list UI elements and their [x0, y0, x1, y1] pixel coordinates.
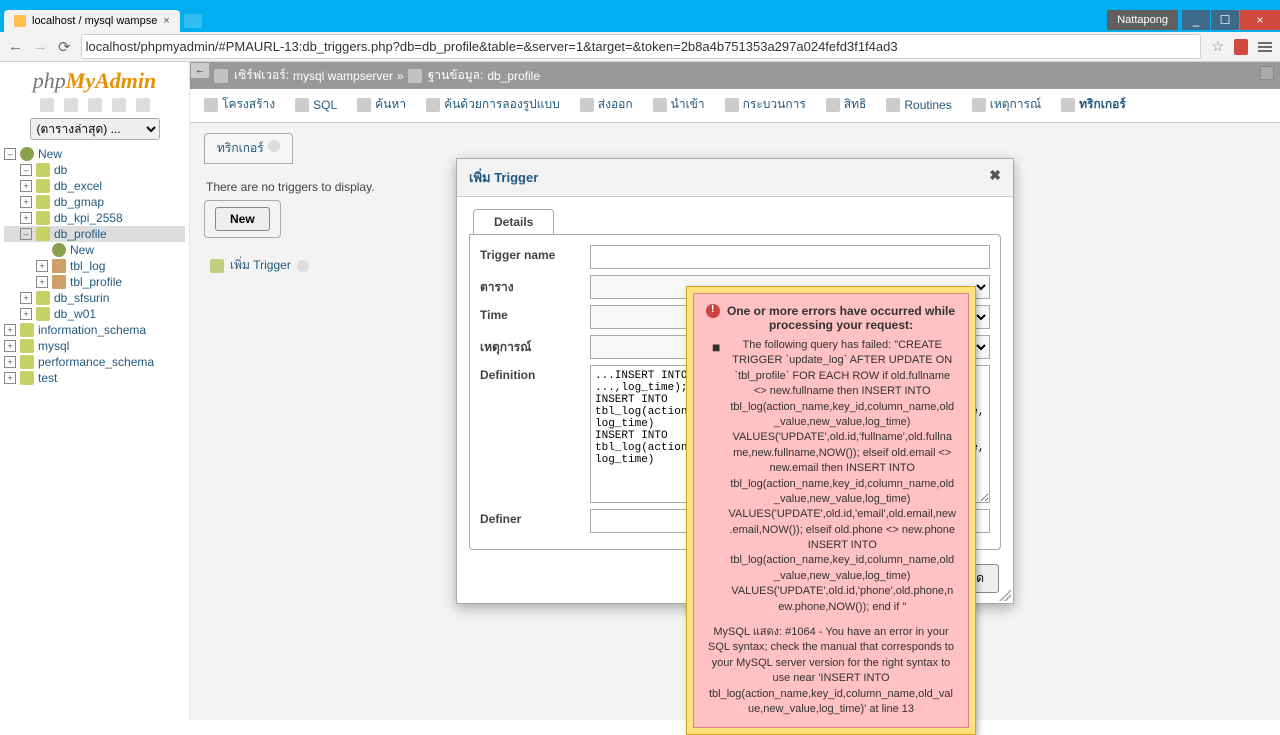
label-event: เหตุการณ์ [480, 335, 590, 357]
tree-db-item[interactable]: +performance_schema [4, 354, 185, 370]
tree-new[interactable]: –New [4, 146, 185, 162]
window-maximize-button[interactable]: ☐ [1211, 10, 1239, 30]
label-time: Time [480, 305, 590, 322]
tree-db-profile[interactable]: –db_profile [4, 226, 185, 242]
recent-tables-select[interactable]: (ตารางล่าสุด) ... [30, 118, 160, 140]
logout-icon[interactable] [64, 98, 78, 112]
tab-operations[interactable]: กระบวนการ [715, 89, 816, 122]
error-title-text: One or more errors have occurred while p… [726, 304, 956, 332]
tab-sql[interactable]: SQL [285, 89, 347, 122]
label-trigger-name: Trigger name [480, 245, 590, 262]
database-icon [408, 69, 422, 83]
pma-sidebar: phpMyAdmin (ตารางล่าสุด) ... –New –db +d… [0, 62, 190, 720]
url-bar: ← → ⟳ localhost/phpmyadmin/#PMAURL-13:db… [0, 32, 1280, 62]
shield-icon[interactable] [1234, 39, 1248, 55]
tree-table-item[interactable]: +tbl_log [4, 258, 185, 274]
tree-table-item[interactable]: +tbl_profile [4, 274, 185, 290]
browser-tab[interactable]: localhost / mysql wampse × [4, 10, 180, 32]
tree-db-item[interactable]: +db_gmap [4, 194, 185, 210]
details-tab[interactable]: Details [473, 209, 554, 234]
add-trigger-icon [210, 259, 224, 273]
subtab-triggers[interactable]: ทริกเกอร์ [204, 133, 293, 164]
tree-db-item[interactable]: +db_kpi_2558 [4, 210, 185, 226]
new-button[interactable]: New [215, 207, 270, 231]
label-definer: Definer [480, 509, 590, 526]
bookmark-icon[interactable]: ☆ [1211, 38, 1224, 55]
db-link[interactable]: db_profile [487, 69, 540, 83]
tree-db-item[interactable]: +db_sfsurin [4, 290, 185, 306]
server-label: เซิร์ฟเวอร์: [234, 66, 289, 85]
tree-db-item[interactable]: +db_excel [4, 178, 185, 194]
new-tab-button[interactable] [184, 14, 202, 28]
modal-header: เพิ่ม Trigger ✖ [457, 159, 1013, 197]
user-badge[interactable]: Nattapong [1107, 10, 1178, 30]
label-definition: Definition [480, 365, 590, 382]
top-tabs: โครงสร้าง SQL ค้นหา ค้นด้วยการลองรูปแบบ … [190, 89, 1280, 123]
tab-search[interactable]: ค้นหา [347, 89, 416, 122]
db-tree: –New –db +db_excel +db_gmap +db_kpi_2558… [4, 146, 185, 386]
trigger-name-input[interactable] [590, 245, 990, 269]
tree-table-new[interactable]: New [4, 242, 185, 258]
modal-close-button[interactable]: ✖ [989, 167, 1001, 188]
window-close-button[interactable]: × [1240, 10, 1280, 30]
quick-icons [4, 98, 185, 112]
reload-nav-icon[interactable] [136, 98, 150, 112]
modal-title: เพิ่ม Trigger [469, 167, 538, 188]
favicon-icon [14, 15, 26, 27]
collapse-breadcrumb-button[interactable] [1260, 66, 1274, 80]
server-icon [214, 69, 228, 83]
tree-db-item[interactable]: +mysql [4, 338, 185, 354]
close-icon[interactable]: × [163, 15, 169, 27]
docs-icon[interactable] [88, 98, 102, 112]
breadcrumb: เซิร์ฟเวอร์: mysql wampserver » ฐานข้อมู… [190, 62, 1280, 89]
tab-query[interactable]: ค้นด้วยการลองรูปแบบ [416, 89, 570, 122]
browser-titlebar: localhost / mysql wampse × Nattapong _ ☐… [0, 0, 1280, 32]
url-input[interactable]: localhost/phpmyadmin/#PMAURL-13:db_trigg… [81, 34, 1202, 59]
help-icon[interactable] [268, 140, 280, 152]
back-icon[interactable]: ← [8, 38, 23, 55]
resize-handle[interactable] [999, 589, 1011, 601]
error-tooltip: One or more errors have occurred while p… [686, 286, 976, 735]
tab-routines[interactable]: Routines [876, 89, 961, 122]
error-mysql-text: MySQL แสดง: #1064 - You have an error in… [706, 625, 956, 717]
new-box: New [204, 200, 281, 238]
reload-icon[interactable]: ⟳ [58, 38, 71, 56]
menu-icon[interactable] [1258, 42, 1272, 52]
window-minimize-button[interactable]: _ [1182, 10, 1210, 30]
error-query-text: The following query has failed: "CREATE … [728, 338, 956, 615]
tab-events[interactable]: เหตุการณ์ [962, 89, 1051, 122]
error-icon [706, 304, 720, 318]
forward-icon[interactable]: → [33, 38, 48, 55]
label-table: ตาราง [480, 275, 590, 297]
help-icon[interactable] [297, 260, 309, 272]
tab-structure[interactable]: โครงสร้าง [194, 89, 285, 122]
tree-db[interactable]: –db [4, 162, 185, 178]
tab-triggers[interactable]: ทริกเกอร์ [1051, 89, 1136, 122]
home-icon[interactable] [40, 98, 54, 112]
tab-title: localhost / mysql wampse [32, 15, 157, 27]
server-link[interactable]: mysql wampserver [293, 69, 393, 83]
main-content: ← เซิร์ฟเวอร์: mysql wampserver » ฐานข้อ… [190, 62, 1280, 720]
sidebar-collapse-button[interactable]: ← [190, 62, 210, 79]
db-label: ฐานข้อมูล: [428, 66, 484, 85]
tab-privileges[interactable]: สิทธิ [816, 89, 877, 122]
tree-db-item[interactable]: +db_w01 [4, 306, 185, 322]
pma-logo: phpMyAdmin [4, 68, 185, 94]
tree-db-item[interactable]: +information_schema [4, 322, 185, 338]
tree-db-item[interactable]: +test [4, 370, 185, 386]
sql-icon[interactable] [112, 98, 126, 112]
tab-import[interactable]: นำเข้า [643, 89, 715, 122]
tab-export[interactable]: ส่งออก [570, 89, 643, 122]
